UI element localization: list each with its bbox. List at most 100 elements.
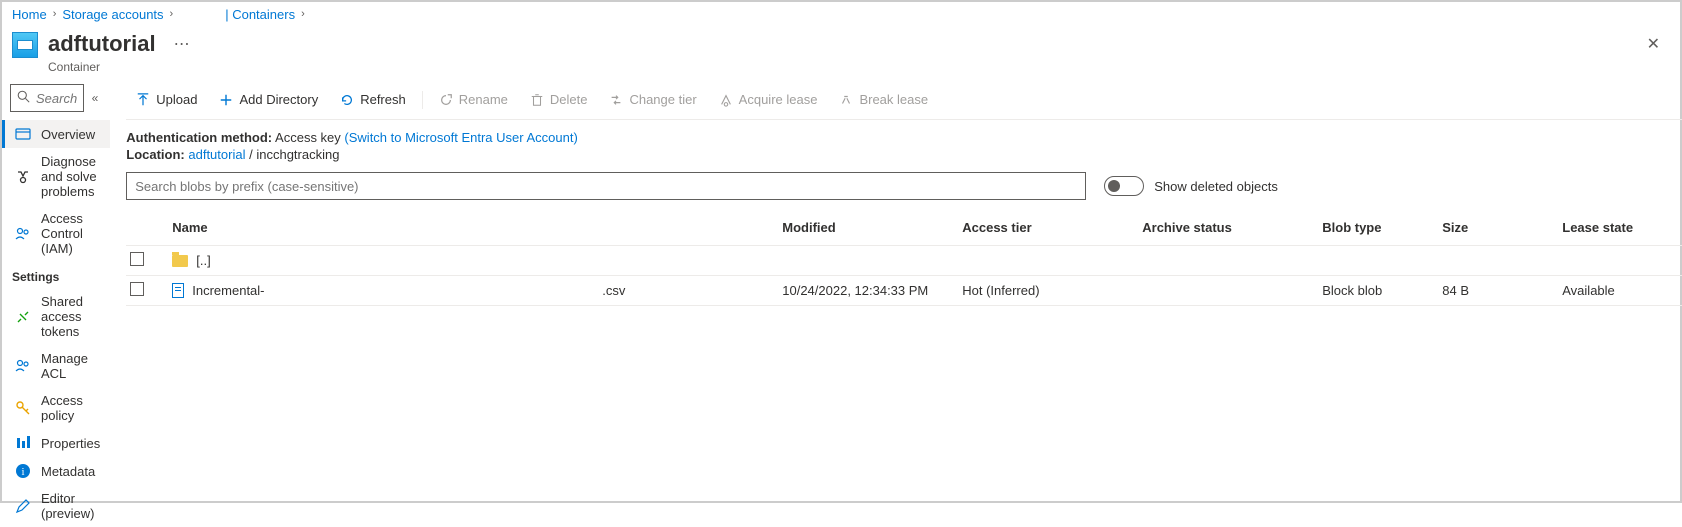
- trash-icon: [530, 93, 544, 107]
- row-access-tier: Hot (Inferred): [958, 277, 1138, 304]
- col-blob-type[interactable]: Blob type: [1318, 214, 1438, 241]
- diagnose-icon: [15, 169, 31, 185]
- row-more-button[interactable]: ⋯: [1678, 275, 1682, 307]
- show-deleted-toggle[interactable]: [1104, 176, 1144, 196]
- sidebar-item-label: Shared access tokens: [41, 294, 100, 339]
- toolbar: Upload Add Directory Refresh Rename: [126, 80, 1682, 120]
- sidebar-item-manage-acl[interactable]: Manage ACL: [2, 345, 110, 387]
- blob-search-input[interactable]: [135, 179, 1077, 194]
- row-lease-state: Available: [1558, 277, 1678, 304]
- row-ext: .csv: [598, 277, 778, 304]
- chevron-right-icon: ›: [53, 8, 57, 20]
- show-deleted-label: Show deleted objects: [1154, 179, 1278, 194]
- close-button[interactable]: ✕: [1641, 28, 1666, 60]
- rename-button: Rename: [429, 86, 518, 113]
- chevron-right-icon: ›: [301, 8, 305, 20]
- toolbar-label: Change tier: [629, 92, 696, 107]
- sidebar-item-label: Editor (preview): [41, 491, 100, 521]
- table-row[interactable]: Incremental- .csv 10/24/2022, 12:34:33 P…: [126, 276, 1682, 306]
- toolbar-label: Acquire lease: [739, 92, 818, 107]
- blob-table: Name Modified Access tier Archive status…: [126, 210, 1682, 306]
- sidebar-item-access-policy[interactable]: Access policy: [2, 387, 110, 429]
- breadcrumb: Home › Storage accounts › | Containers ›: [2, 2, 1680, 26]
- location-container-link[interactable]: adftutorial: [188, 147, 245, 162]
- toolbar-label: Break lease: [859, 92, 928, 107]
- toolbar-label: Upload: [156, 92, 197, 107]
- info-block: Authentication method: Access key (Switc…: [126, 120, 1682, 172]
- file-icon: [172, 283, 184, 298]
- sidebar-item-label: Access policy: [41, 393, 100, 423]
- col-archive-status[interactable]: Archive status: [1138, 214, 1318, 241]
- col-name[interactable]: Name: [168, 214, 598, 241]
- sidebar-item-label: Access Control (IAM): [41, 211, 100, 256]
- sidebar-item-editor[interactable]: Editor (preview): [2, 485, 110, 527]
- info-icon: i: [15, 463, 31, 479]
- auth-method-value: Access key: [275, 130, 341, 145]
- row-modified: 10/24/2022, 12:34:33 PM: [778, 277, 958, 304]
- sidebar-search-input[interactable]: [36, 91, 77, 106]
- upload-icon: [136, 93, 150, 107]
- upload-button[interactable]: Upload: [126, 86, 207, 113]
- sidebar-item-label: Diagnose and solve problems: [41, 154, 100, 199]
- blob-search[interactable]: [126, 172, 1086, 200]
- row-checkbox[interactable]: [130, 252, 144, 266]
- toolbar-label: Delete: [550, 92, 588, 107]
- edit-icon: [15, 498, 31, 514]
- breadcrumb-home[interactable]: Home: [12, 7, 47, 22]
- people-icon: [15, 358, 31, 374]
- sidebar-item-access-control[interactable]: Access Control (IAM): [2, 205, 110, 262]
- col-lease-state[interactable]: Lease state: [1558, 214, 1678, 241]
- acquire-lease-icon: [719, 93, 733, 107]
- key-icon: [15, 400, 31, 416]
- svg-text:i: i: [21, 466, 24, 478]
- sidebar-item-overview[interactable]: Overview: [2, 120, 110, 148]
- switch-auth-link[interactable]: (Switch to Microsoft Entra User Account): [344, 130, 577, 145]
- properties-icon: [15, 435, 31, 451]
- title-bar: adftutorial ⋯ Container ✕: [2, 26, 1680, 80]
- sidebar-item-diagnose[interactable]: Diagnose and solve problems: [2, 148, 110, 205]
- folder-icon: [172, 255, 188, 267]
- plus-icon: [219, 93, 233, 107]
- toolbar-label: Add Directory: [239, 92, 318, 107]
- refresh-button[interactable]: Refresh: [330, 86, 416, 113]
- toolbar-label: Rename: [459, 92, 508, 107]
- sidebar-search[interactable]: [10, 84, 84, 112]
- sidebar-heading-settings: Settings: [2, 262, 110, 288]
- acquire-lease-button: Acquire lease: [709, 86, 828, 113]
- search-icon: [17, 90, 30, 106]
- location-label: Location:: [126, 147, 185, 162]
- chevron-right-icon: ›: [170, 8, 174, 20]
- container-icon: [12, 32, 38, 58]
- link-icon: [15, 309, 31, 325]
- breadcrumb-containers[interactable]: | Containers: [225, 7, 295, 22]
- toolbar-separator: [422, 91, 423, 109]
- col-size[interactable]: Size: [1438, 214, 1558, 241]
- sidebar-item-metadata[interactable]: i Metadata: [2, 457, 110, 485]
- row-archive-status: [1138, 285, 1318, 297]
- break-lease-icon: [839, 93, 853, 107]
- sidebar-item-label: Overview: [41, 127, 95, 142]
- auth-method-label: Authentication method:: [126, 130, 272, 145]
- breadcrumb-storage-accounts[interactable]: Storage accounts: [62, 7, 163, 22]
- sidebar: « Overview Diagnose and solve problems A…: [2, 80, 110, 511]
- sidebar-item-label: Manage ACL: [41, 351, 100, 381]
- row-checkbox[interactable]: [130, 282, 144, 296]
- page-title: adftutorial: [48, 31, 156, 57]
- add-directory-button[interactable]: Add Directory: [209, 86, 328, 113]
- col-modified[interactable]: Modified: [778, 214, 958, 241]
- refresh-icon: [340, 93, 354, 107]
- row-size: 84 B: [1438, 277, 1558, 304]
- more-actions-button[interactable]: ⋯: [166, 28, 198, 60]
- main-content: Upload Add Directory Refresh Rename: [110, 80, 1682, 511]
- row-more-button[interactable]: ⋯: [1678, 245, 1682, 277]
- col-access-tier[interactable]: Access tier: [958, 214, 1138, 241]
- toolbar-label: Refresh: [360, 92, 406, 107]
- table-row[interactable]: [..] ⋯: [126, 246, 1682, 276]
- collapse-sidebar-button[interactable]: «: [88, 87, 103, 109]
- row-name: Incremental-: [192, 283, 264, 298]
- break-lease-button: Break lease: [829, 86, 938, 113]
- sidebar-item-properties[interactable]: Properties: [2, 429, 110, 457]
- overview-icon: [15, 126, 31, 142]
- sidebar-item-shared-access-tokens[interactable]: Shared access tokens: [2, 288, 110, 345]
- change-tier-icon: [609, 93, 623, 107]
